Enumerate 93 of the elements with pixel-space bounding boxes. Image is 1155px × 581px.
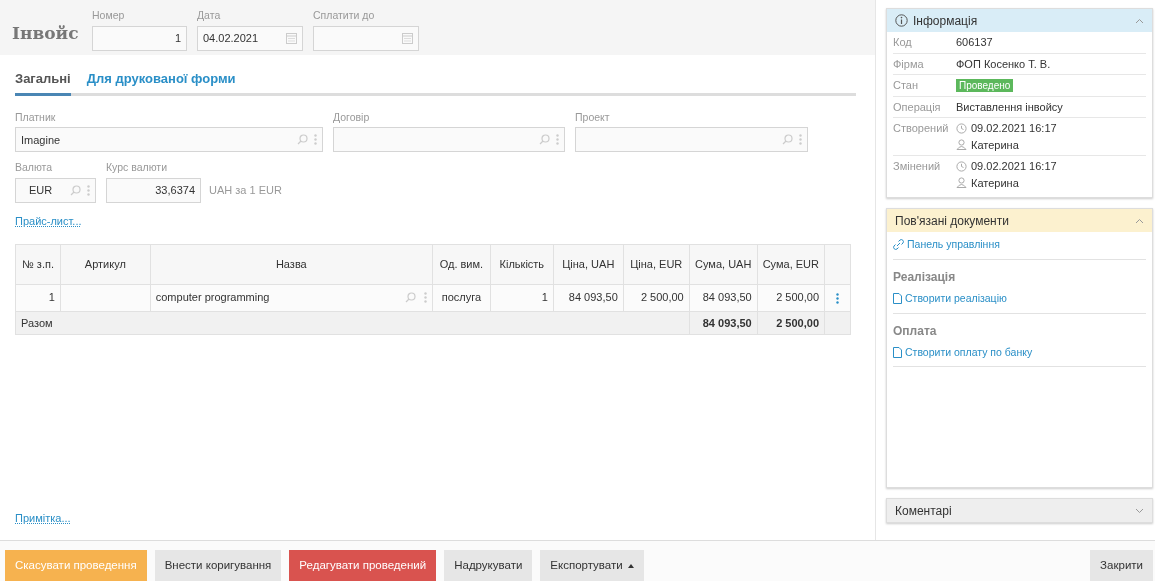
table-cell: 84 093,50: [568, 291, 618, 304]
field-label: Дата: [197, 8, 222, 24]
search-icon[interactable]: [404, 292, 416, 303]
field-label: Проект: [575, 109, 611, 125]
tab[interactable]: Для друкованої форми: [86, 67, 236, 96]
info-label: Створений: [893, 121, 950, 136]
table-cell: 1: [541, 291, 548, 304]
section-heading: Оплата: [893, 322, 938, 340]
chevron-down-icon[interactable]: [1135, 507, 1144, 514]
field-label: Платник: [15, 109, 57, 125]
column-header: № з.п.: [15, 244, 61, 284]
total-label: Разом: [21, 316, 53, 329]
search-icon[interactable]: [297, 134, 308, 146]
section-heading: Реалізація: [893, 268, 957, 286]
action-button[interactable]: Внести коригування: [154, 550, 282, 581]
price-list-link[interactable]: Прайс-лист...: [15, 215, 82, 227]
info-label: Стан: [893, 78, 920, 93]
total-cell: 2 500,00: [776, 316, 819, 329]
table-cell: 2 500,00: [640, 291, 684, 304]
panel-header[interactable]: Інформація: [887, 9, 1152, 32]
panel-title: Коментарі: [895, 502, 953, 520]
calendar-icon[interactable]: [286, 33, 297, 44]
date-field[interactable]: 04.02.2021: [197, 26, 303, 51]
column-header: Од. вим.: [432, 244, 491, 284]
field-label: Договір: [333, 109, 371, 125]
search-icon[interactable]: [782, 134, 793, 146]
user-icon: [956, 177, 967, 189]
rate-field[interactable]: 33,6374: [106, 178, 201, 203]
related-link[interactable]: Панель управління: [907, 237, 1000, 253]
note-link[interactable]: Примітка...: [15, 511, 71, 524]
number-field[interactable]: 1: [92, 26, 187, 51]
clock-icon: [956, 122, 967, 134]
lookup-field[interactable]: [333, 127, 565, 153]
dropdown-button[interactable]: Експортувати: [540, 550, 644, 581]
lookup-field[interactable]: EUR: [15, 178, 96, 203]
user-name: Катерина: [971, 175, 1019, 191]
kebab-menu-icon[interactable]: [836, 292, 839, 304]
field-label: Курс валюти: [106, 160, 168, 176]
table-cell: послуга: [441, 291, 482, 304]
tab[interactable]: Загальні: [15, 67, 71, 96]
column-header: Назва: [150, 244, 433, 284]
unit-label: UAH за 1 EUR: [209, 183, 282, 199]
column-header: Ціна, EUR: [623, 244, 690, 284]
column-header: Ціна, UAH: [553, 244, 624, 284]
action-button[interactable]: Редагувати проведений: [289, 550, 437, 581]
lookup-field[interactable]: Imagine: [15, 127, 323, 153]
info-label: Код: [893, 35, 913, 50]
caret-icon: [627, 563, 634, 568]
related-link[interactable]: Створити реалізацію: [905, 290, 1007, 307]
column-header: Сума, UAH: [689, 244, 758, 284]
clock-icon: [956, 160, 967, 172]
field-label: Номер: [92, 8, 126, 24]
timestamp: 09.02.2021 16:17: [971, 159, 1057, 174]
panel-header[interactable]: Коментарі: [887, 499, 1152, 522]
link-icon: [893, 239, 904, 251]
column-header: Кількість: [490, 244, 554, 284]
table-cell: 84 093,50: [702, 291, 752, 304]
column-header: Сума, EUR: [757, 244, 825, 284]
document-icon: [893, 293, 902, 305]
close-button[interactable]: Закрити: [1090, 550, 1153, 581]
info-value: 606137: [956, 36, 993, 48]
panel-header[interactable]: Пов'язані документи: [887, 209, 1152, 232]
info-value: Виставлення інвойсу: [956, 100, 1063, 113]
search-icon[interactable]: [539, 134, 550, 146]
panel-title: Пов'язані документи: [895, 212, 1010, 230]
info-icon: [895, 14, 908, 27]
user-icon: [956, 139, 967, 151]
column-header: Артикул: [60, 244, 151, 284]
info-value: ФОП Косенко Т. В.: [956, 57, 1051, 70]
page-title: Інвойс: [12, 21, 80, 45]
panel-title: Інформація: [913, 12, 979, 30]
calendar-icon[interactable]: [402, 33, 413, 44]
action-button[interactable]: Надрукувати: [444, 550, 533, 581]
info-label: Операція: [893, 99, 942, 115]
status-badge: Проведено: [956, 79, 1014, 92]
table-cell: 2 500,00: [776, 291, 819, 304]
table-cell-text: computer programming: [155, 290, 271, 306]
total-cell: 84 093,50: [702, 316, 752, 329]
document-icon: [893, 346, 902, 358]
chevron-up-icon[interactable]: [1135, 17, 1144, 24]
field-label: Сплатити до: [313, 8, 376, 24]
info-label: Змінений: [893, 159, 942, 174]
table-cell: 1: [48, 291, 55, 304]
date-field[interactable]: [313, 26, 419, 51]
chevron-up-icon[interactable]: [1135, 217, 1144, 224]
kebab-menu-icon[interactable]: [423, 292, 427, 303]
user-name: Катерина: [971, 137, 1019, 153]
field-label: Валюта: [15, 160, 54, 176]
related-link[interactable]: Створити оплату по банку: [905, 344, 1033, 361]
timestamp: 09.02.2021 16:17: [971, 121, 1057, 136]
search-icon[interactable]: [70, 185, 81, 196]
lookup-field[interactable]: [575, 127, 808, 153]
info-label: Фірма: [893, 56, 925, 72]
